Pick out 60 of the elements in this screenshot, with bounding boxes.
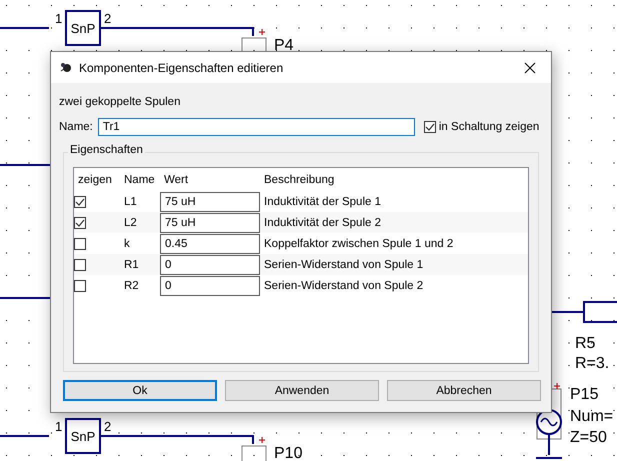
port-label: P10: [274, 445, 302, 461]
component-name: P15: [570, 386, 598, 403]
block-label: SnP: [70, 429, 96, 444]
value-field[interactable]: 75 uH: [160, 212, 260, 232]
pin-number: 1: [55, 419, 62, 434]
column-header: zeigen: [77, 174, 113, 186]
dialog-button[interactable]: Abbrechen: [387, 380, 541, 401]
dialog-button[interactable]: Ok: [63, 380, 217, 401]
description-text: zwei gekoppelte Spulen: [59, 96, 182, 110]
column-header: Beschreibung: [263, 174, 336, 186]
checkbox[interactable]: [424, 121, 436, 133]
two-port-block: [65, 418, 101, 454]
table-cell-text: L1: [123, 196, 138, 208]
table-cell-text: Serien-Widerstand von Spule 1: [263, 258, 424, 270]
wire: [551, 311, 584, 313]
port-label: P4: [274, 37, 294, 54]
plus-sign: [554, 382, 560, 390]
value-field[interactable]: 0: [160, 254, 260, 274]
pin-number: 1: [55, 11, 62, 26]
checkbox[interactable]: [74, 216, 86, 228]
component-value: Num=: [570, 408, 614, 425]
dialog-button[interactable]: Anwenden: [225, 380, 379, 401]
component-value: R=3.: [575, 355, 610, 372]
value-field[interactable]: 0: [160, 276, 260, 296]
wire: [0, 27, 49, 29]
name-field[interactable]: Tr1: [98, 118, 415, 136]
checkbox[interactable]: [74, 280, 86, 292]
plus-sign: [258, 436, 266, 444]
component-value: Z=50: [570, 429, 607, 446]
column-header: Wert: [163, 174, 190, 186]
port-symbol: [242, 446, 266, 461]
table-cell-text: L2: [123, 216, 138, 228]
table-cell-text: k: [123, 238, 131, 250]
value-field[interactable]: 0.45: [160, 234, 260, 254]
checkbox[interactable]: [74, 238, 86, 250]
table-cell-text: R2: [123, 280, 140, 292]
component-name: R5: [575, 335, 596, 352]
column-header: Name: [123, 174, 156, 186]
pin-number: 2: [104, 11, 112, 26]
table-cell-text: R1: [123, 258, 140, 270]
checkbox-label: in Schaltung zeigen: [438, 121, 540, 133]
two-port-block: [65, 10, 101, 46]
name-label: Name:: [59, 121, 93, 133]
checkbox[interactable]: [74, 196, 86, 208]
table-cell-text: Serien-Widerstand von Spule 2: [263, 280, 424, 292]
beetle-icon: [60, 62, 72, 73]
table-cell-text: Koppelfaktor zwischen Spule 1 und 2: [263, 238, 454, 250]
pin-number: 2: [104, 419, 112, 434]
group-title: Eigenschaften: [68, 144, 145, 156]
checkbox[interactable]: [74, 258, 86, 270]
table-cell-text: Induktivität der Spule 1: [263, 196, 382, 208]
wire: [0, 164, 50, 166]
wire: [0, 435, 49, 437]
window-title: Komponenten-Eigenschaften editieren: [79, 60, 284, 74]
table-cell-text: Induktivität der Spule 2: [263, 216, 382, 228]
wire: [0, 297, 50, 299]
resistor-symbol: [583, 301, 617, 323]
plus-sign: [258, 28, 266, 36]
value-field[interactable]: 75 uH: [160, 192, 260, 212]
block-label: SnP: [70, 21, 96, 36]
